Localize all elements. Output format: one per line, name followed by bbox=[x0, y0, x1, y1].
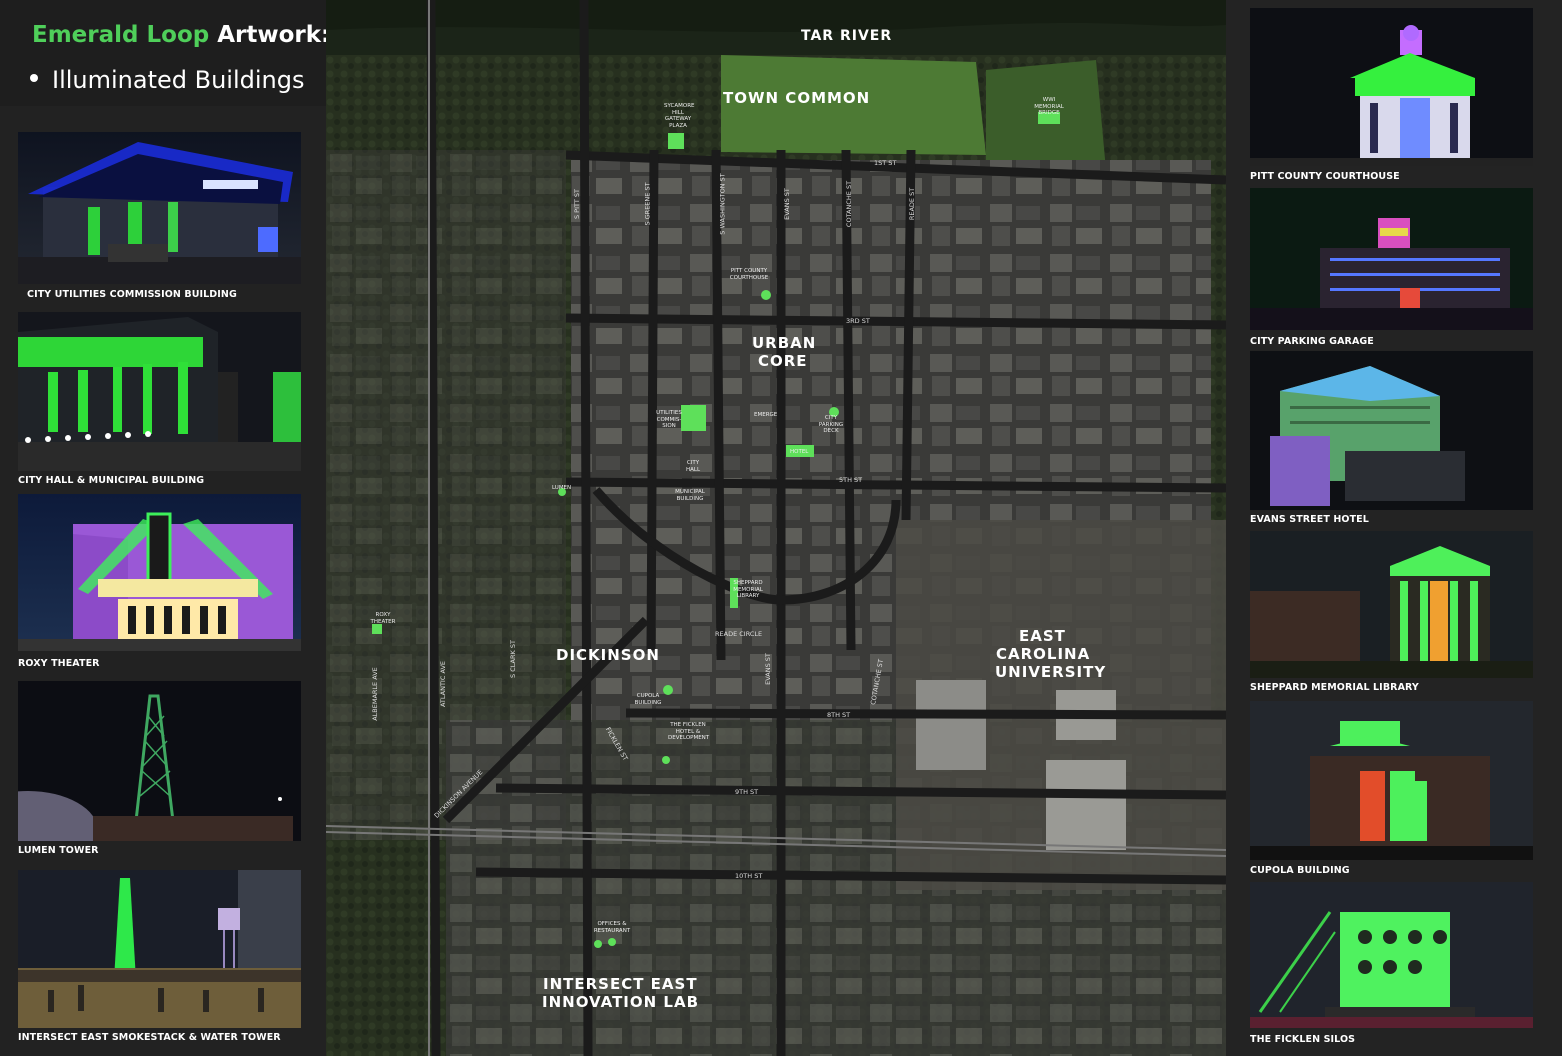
street-reade: READE ST bbox=[908, 187, 917, 221]
label-dickinson: DICKINSON bbox=[556, 646, 660, 664]
street-5th: 5TH ST bbox=[839, 476, 863, 484]
photo-cupola-building[interactable] bbox=[1250, 701, 1533, 860]
site-cupola: CUPOLA BUILDING bbox=[634, 693, 662, 706]
site-offices: OFFICES & RESTAURANT bbox=[593, 921, 631, 934]
label-intersect-2: INNOVATION LAB bbox=[542, 993, 700, 1011]
street-evans-north: EVANS ST bbox=[782, 188, 791, 220]
photo-ficklen-silos[interactable] bbox=[1250, 882, 1533, 1028]
caption-cupola-building: CUPOLA BUILDING bbox=[1250, 865, 1350, 876]
label-town-common: TOWN COMMON bbox=[723, 89, 871, 107]
street-greene: S GREENE ST bbox=[643, 182, 652, 226]
label-urban-core-2: CORE bbox=[758, 352, 808, 370]
site-wwi-bridge: WWI MEMORIAL BRIDGE bbox=[1034, 97, 1064, 116]
photo-parking-garage[interactable] bbox=[1250, 188, 1533, 330]
photo-courthouse[interactable] bbox=[1250, 8, 1533, 166]
caption-courthouse: PITT COUNTY COURTHOUSE bbox=[1250, 171, 1400, 182]
label-ecu-3: UNIVERSITY bbox=[995, 663, 1107, 681]
photo-lumen-tower[interactable] bbox=[18, 681, 301, 841]
photo-city-utilities[interactable] bbox=[18, 132, 301, 284]
site-lumen: LUMEN bbox=[552, 485, 572, 491]
street-evans-south: EVANS ST bbox=[763, 653, 772, 685]
street-pitt: S PITT ST bbox=[573, 188, 582, 220]
street-reade-circle: READE CIRCLE bbox=[715, 630, 763, 638]
photo-intersect-east[interactable] bbox=[18, 870, 301, 1028]
site-parking: CITY PARKING DECK bbox=[818, 415, 844, 434]
subtitle-text: Illuminated Buildings bbox=[52, 66, 305, 94]
caption-sheppard-library: SHEPPARD MEMORIAL LIBRARY bbox=[1250, 682, 1419, 693]
bullet-dot bbox=[30, 74, 38, 82]
street-atlantic: ATLANTIC AVE bbox=[439, 660, 448, 708]
site-roxy: ROXY THEATER bbox=[370, 612, 396, 625]
caption-lumen-tower: LUMEN TOWER bbox=[18, 845, 99, 856]
street-albemarle: ALBEMARLE AVE bbox=[370, 667, 379, 721]
label-tar-river: TAR RIVER bbox=[801, 28, 893, 44]
label-ecu-1: EAST bbox=[1019, 627, 1066, 645]
caption-city-utilities: CITY UTILITIES COMMISSION BUILDING bbox=[27, 289, 237, 300]
site-ficklen: THE FICKLEN HOTEL & DEVELOPMENT bbox=[668, 722, 710, 741]
label-intersect-1: INTERSECT EAST bbox=[543, 975, 698, 993]
title-rest: Artwork: bbox=[209, 22, 331, 48]
site-courthouse: PITT COUNTY COURTHOUSE bbox=[729, 268, 769, 281]
street-clark: S CLARK ST bbox=[508, 640, 517, 678]
photo-city-hall[interactable] bbox=[18, 312, 301, 471]
left-panel: Emerald Loop Artwork: Illuminated Buildi… bbox=[0, 0, 330, 1056]
site-city-hall: CITY HALL bbox=[685, 460, 701, 473]
photo-roxy-theater[interactable] bbox=[18, 494, 301, 651]
caption-city-hall: CITY HALL & MUNICIPAL BUILDING bbox=[18, 475, 205, 486]
street-3rd: 3RD ST bbox=[846, 317, 870, 325]
caption-intersect-east: INTERSECT EAST SMOKESTACK & WATER TOWER bbox=[18, 1032, 281, 1043]
site-emerge: EMERGE bbox=[754, 412, 778, 418]
site-sycamore-hill: SYCAMORE HILL GATEWAY PLAZA bbox=[664, 103, 695, 129]
site-municipal: MUNICIPAL BUILDING bbox=[675, 489, 705, 502]
title-accent: Emerald Loop bbox=[32, 22, 210, 48]
caption-evans-hotel: EVANS STREET HOTEL bbox=[1250, 514, 1369, 525]
street-9th: 9TH ST bbox=[735, 788, 759, 796]
label-urban-core-1: URBAN bbox=[752, 334, 817, 352]
street-8th: 8TH ST bbox=[827, 711, 851, 719]
page-title: Emerald Loop Artwork: bbox=[32, 22, 330, 48]
aerial-map[interactable]: TAR RIVER TOWN COMMON URBAN CORE DICKINS… bbox=[326, 0, 1226, 1056]
site-utilities: UTILITIES COMMIS-SION bbox=[656, 410, 682, 429]
label-ecu-2: CAROLINA bbox=[996, 645, 1091, 663]
street-washington: S WASHINGTON ST bbox=[718, 173, 727, 235]
photo-evans-hotel[interactable] bbox=[1250, 351, 1533, 510]
site-hotel: HOTEL bbox=[790, 449, 809, 455]
title-area: Emerald Loop Artwork: Illuminated Buildi… bbox=[0, 0, 330, 106]
street-cotanche-north: COTANCHE ST bbox=[845, 180, 854, 228]
site-sheppard: SHEPPARD MEMORIAL LIBRARY bbox=[733, 580, 763, 599]
photo-sheppard-library[interactable] bbox=[1250, 531, 1533, 678]
street-1st: 1ST ST bbox=[874, 159, 897, 167]
caption-parking-garage: CITY PARKING GARAGE bbox=[1250, 336, 1374, 347]
caption-roxy-theater: ROXY THEATER bbox=[18, 658, 100, 669]
right-panel: PITT COUNTY COURTHOUSE CITY PARKING GARA… bbox=[1226, 0, 1562, 1056]
street-10th: 10TH ST bbox=[735, 872, 763, 880]
caption-ficklen-silos: THE FICKLEN SILOS bbox=[1250, 1034, 1356, 1045]
subtitle-bullet: Illuminated Buildings bbox=[30, 66, 305, 94]
